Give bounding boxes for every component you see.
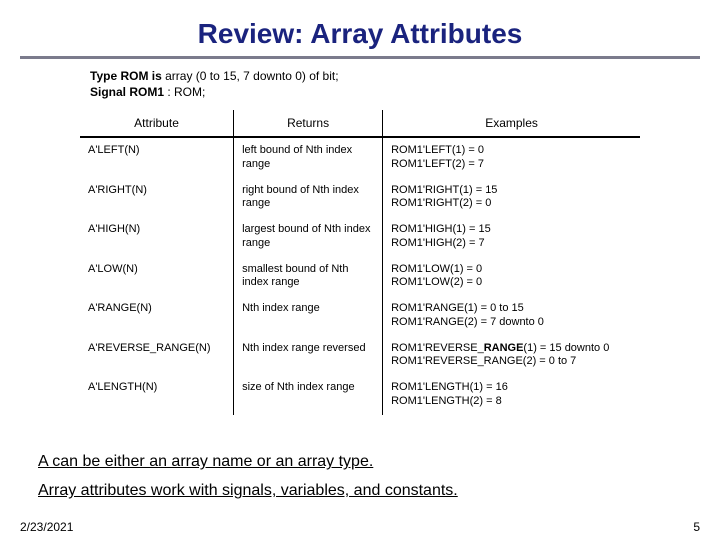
table-row: A'HIGH(N)largest bound of Nth index rang… (80, 217, 640, 257)
col-returns: Returns (234, 110, 383, 137)
cell-attribute: A'REVERSE_RANGE(N) (80, 336, 234, 376)
col-examples: Examples (383, 110, 640, 137)
cell-returns: smallest bound of Nth index range (234, 257, 383, 297)
cell-examples: ROM1'HIGH(1) = 15ROM1'HIGH(2) = 7 (383, 217, 640, 257)
slide-footer: 2/23/2021 5 (20, 520, 700, 534)
col-attribute: Attribute (80, 110, 234, 137)
cell-attribute: A'RANGE(N) (80, 296, 234, 336)
cell-returns: largest bound of Nth index range (234, 217, 383, 257)
type-declaration: Type ROM is array (0 to 15, 7 downto 0) … (90, 69, 720, 100)
cell-examples: ROM1'LENGTH(1) = 16ROM1'LENGTH(2) = 8 (383, 375, 640, 415)
cell-returns: Nth index range (234, 296, 383, 336)
table-row: A'LENGTH(N)size of Nth index rangeROM1'L… (80, 375, 640, 415)
cell-examples: ROM1'LOW(1) = 0ROM1'LOW(2) = 0 (383, 257, 640, 297)
table-row: A'RANGE(N)Nth index rangeROM1'RANGE(1) =… (80, 296, 640, 336)
attributes-table: Attribute Returns Examples A'LEFT(N)left… (80, 110, 640, 415)
cell-returns: Nth index range reversed (234, 336, 383, 376)
title-rule (20, 56, 700, 59)
footnotes: A can be either an array name or an arra… (38, 448, 458, 506)
table-row: A'LOW(N)smallest bound of Nth index rang… (80, 257, 640, 297)
table-header-row: Attribute Returns Examples (80, 110, 640, 137)
cell-returns: left bound of Nth index range (234, 137, 383, 178)
decl-line1-rest: array (0 to 15, 7 downto 0) of bit; (162, 69, 339, 83)
cell-attribute: A'LEFT(N) (80, 137, 234, 178)
decl-line2-rest: : ROM; (164, 85, 205, 99)
cell-returns: size of Nth index range (234, 375, 383, 415)
page-title: Review: Array Attributes (0, 0, 720, 56)
cell-attribute: A'RIGHT(N) (80, 178, 234, 218)
cell-examples: ROM1'REVERSE_RANGE(1) = 15 downto 0ROM1'… (383, 336, 640, 376)
table-row: A'RIGHT(N)right bound of Nth index range… (80, 178, 640, 218)
cell-examples: ROM1'LEFT(1) = 0ROM1'LEFT(2) = 7 (383, 137, 640, 178)
cell-attribute: A'LENGTH(N) (80, 375, 234, 415)
decl-line1-bold: Type ROM is (90, 69, 162, 83)
footnote-1: A can be either an array name or an arra… (38, 448, 458, 477)
cell-returns: right bound of Nth index range (234, 178, 383, 218)
table-row: A'REVERSE_RANGE(N)Nth index range revers… (80, 336, 640, 376)
cell-attribute: A'HIGH(N) (80, 217, 234, 257)
footer-page: 5 (693, 520, 700, 534)
footnote-2: Array attributes work with signals, vari… (38, 477, 458, 506)
table-row: A'LEFT(N)left bound of Nth index rangeRO… (80, 137, 640, 178)
cell-examples: ROM1'RANGE(1) = 0 to 15ROM1'RANGE(2) = 7… (383, 296, 640, 336)
footer-date: 2/23/2021 (20, 520, 73, 534)
cell-attribute: A'LOW(N) (80, 257, 234, 297)
cell-examples: ROM1'RIGHT(1) = 15ROM1'RIGHT(2) = 0 (383, 178, 640, 218)
decl-line2-bold: Signal ROM1 (90, 85, 164, 99)
